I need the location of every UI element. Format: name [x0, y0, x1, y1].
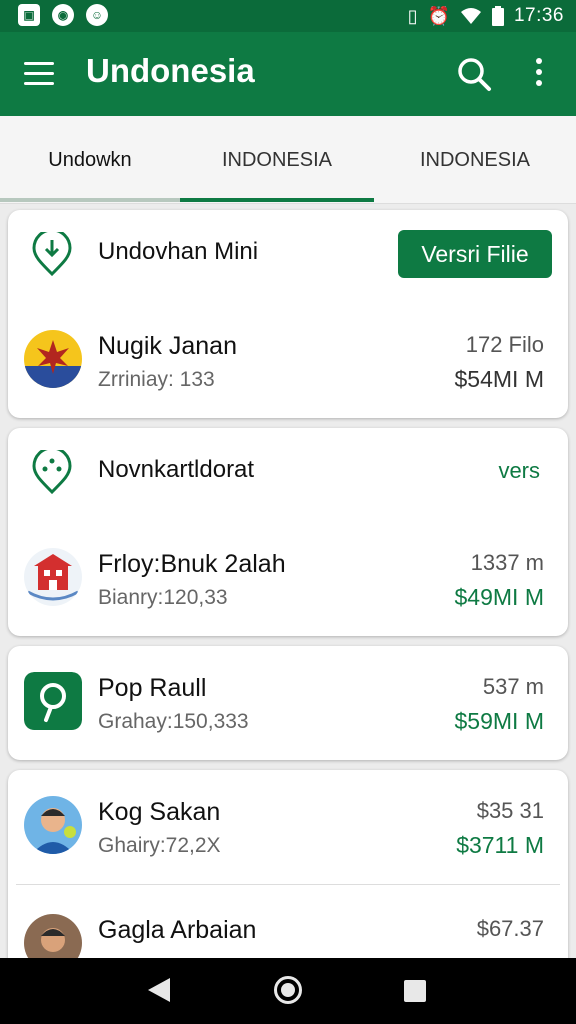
item-price: $49MI M [454, 584, 544, 610]
verify-link[interactable]: vers [498, 458, 540, 484]
messenger-icon: ☺ [86, 4, 108, 26]
item-price: $3711 M [456, 832, 544, 858]
item-subtitle: Bianry:120,33 [98, 586, 228, 609]
whatsapp-icon: ◉ [52, 4, 74, 26]
card-people: Kog Sakan Ghairy:72,2X $35 31 $3711 M Ga… [8, 770, 568, 972]
location-pin-icon [32, 450, 72, 494]
card-novnkartldorat: Novnkartldorat vers Frloy:Bnuk 2alah Bia… [8, 428, 568, 636]
card-undovhan-mini: Undovhan Mini Versri Filie Nugik Janan Z… [8, 210, 568, 418]
page-title: Undonesia [86, 52, 255, 89]
avatar [24, 796, 82, 854]
item-value: $67.37 [476, 916, 544, 941]
download-pin-icon [32, 232, 72, 276]
item-name: Nugik Janan [98, 332, 237, 360]
recent-apps-icon[interactable] [404, 980, 426, 1002]
home-icon[interactable] [274, 976, 302, 1004]
list-item[interactable]: Nugik Janan Zrriniay: 133 172 Filo $54MI… [8, 308, 568, 418]
list-item[interactable]: Kog Sakan Ghairy:72,2X $35 31 $3711 M [8, 774, 568, 884]
item-price: $54MI M [454, 366, 544, 392]
tab-indonesia-2[interactable]: INDONESIA [374, 116, 576, 204]
card-header: Novnkartldorat vers [8, 428, 568, 512]
tab-undowkn[interactable]: Undowkn [0, 116, 180, 204]
list-item[interactable]: Pop Raull Grahay:150,333 537 m $59MI M [8, 650, 568, 760]
item-price: $59MI M [454, 708, 544, 734]
tab-bar: Undowkn INDONESIA INDONESIA [0, 116, 576, 204]
item-subtitle: Ghairy:72,2X [98, 834, 221, 857]
list-item[interactable]: Frloy:Bnuk 2alah Bianry:120,33 1337 m $4… [8, 526, 568, 636]
alarm-icon: ⏰ [427, 5, 450, 26]
tab-indicator-active [180, 198, 374, 202]
tab-indonesia-1[interactable]: INDONESIA [180, 116, 374, 204]
vibrate-icon: ▯ [407, 5, 418, 26]
item-value: 172 Filo [465, 332, 544, 357]
status-bar: ▣ ◉ ☺ ▯ ⏰ 17:36 [0, 0, 576, 32]
item-name: Frloy:Bnuk 2alah [98, 550, 286, 578]
verify-file-button[interactable]: Versri Filie [398, 230, 552, 278]
item-value: 537 m [482, 674, 544, 699]
item-name: Gagla Arbaian [98, 916, 257, 944]
divider [16, 884, 560, 885]
app-logo [24, 672, 82, 730]
item-value: $35 31 [476, 798, 544, 823]
card-pop-raull: Pop Raull Grahay:150,333 537 m $59MI M [8, 646, 568, 760]
card-title: Undovhan Mini [98, 238, 259, 265]
more-vert-icon[interactable] [530, 58, 548, 92]
avatar [24, 330, 82, 388]
back-icon[interactable] [148, 978, 170, 1002]
app-bar: Undonesia [0, 32, 576, 116]
tab-indicator-inactive [0, 198, 180, 202]
navigation-bar [0, 958, 576, 1024]
item-subtitle: Zrriniay: 133 [98, 368, 215, 391]
battery-icon [491, 6, 504, 26]
menu-icon[interactable] [24, 62, 54, 86]
status-time: 17:36 [513, 5, 564, 26]
search-icon[interactable] [456, 56, 492, 92]
card-title: Novnkartldorat [98, 456, 255, 483]
avatar [24, 548, 82, 606]
item-subtitle: Grahay:150,333 [98, 710, 249, 733]
card-header: Undovhan Mini Versri Filie [8, 210, 568, 294]
item-value: 1337 m [470, 550, 544, 575]
wifi-icon [460, 8, 481, 24]
item-name: Kog Sakan [98, 798, 221, 826]
gallery-icon: ▣ [18, 4, 40, 26]
item-name: Pop Raull [98, 674, 207, 702]
